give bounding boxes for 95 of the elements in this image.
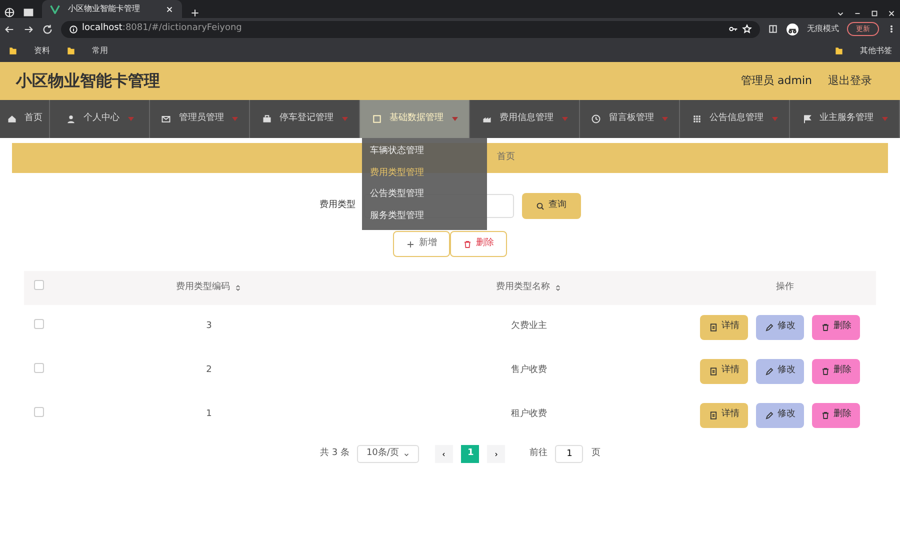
chevron-right-icon bbox=[493, 450, 500, 458]
tab-title: 小区物业智能卡管理 bbox=[68, 3, 141, 15]
bookmark-link[interactable]: 其他书签 bbox=[860, 45, 892, 57]
v-logo-icon bbox=[50, 4, 60, 14]
grid-icon bbox=[692, 114, 702, 124]
menu-item[interactable]: 服务类型管理 bbox=[362, 206, 487, 227]
user-label: 管理员 admin bbox=[741, 72, 812, 89]
bookmark-link[interactable]: 资料 bbox=[34, 45, 50, 57]
close-icon[interactable] bbox=[165, 4, 174, 14]
details-button[interactable]: 详情 bbox=[700, 402, 748, 428]
key-icon[interactable] bbox=[728, 24, 738, 34]
search-icon bbox=[536, 202, 544, 210]
edit-button[interactable]: 修改 bbox=[756, 314, 804, 340]
delete-button[interactable]: 删除 bbox=[812, 314, 860, 340]
trash-icon bbox=[820, 322, 830, 332]
sort-icon[interactable] bbox=[234, 284, 242, 292]
menu-item[interactable]: 车辆状态管理 bbox=[362, 141, 487, 162]
row-checkbox[interactable] bbox=[34, 407, 44, 418]
goto-label: 前往 bbox=[529, 447, 548, 460]
nav-tab[interactable]: 首页 bbox=[0, 100, 50, 138]
chevron-left-icon bbox=[441, 450, 448, 458]
pencil-icon bbox=[764, 410, 774, 420]
profile-label: 无痕模式 bbox=[807, 23, 839, 35]
page-input[interactable]: 1 bbox=[555, 445, 584, 463]
trash-icon bbox=[820, 410, 830, 420]
edit-button[interactable]: 修改 bbox=[756, 402, 804, 428]
sidebar-icon[interactable] bbox=[768, 24, 778, 34]
globe-icon[interactable] bbox=[4, 7, 15, 18]
info-icon bbox=[69, 24, 78, 34]
table-cell-text: 售户收费 bbox=[510, 364, 548, 378]
table-cell-text: 1 bbox=[205, 408, 213, 422]
column-header[interactable]: 费用类型编码 bbox=[176, 281, 230, 295]
row-checkbox[interactable] bbox=[34, 319, 44, 330]
user-icon bbox=[66, 114, 76, 124]
flag-icon bbox=[802, 114, 812, 124]
menu-item[interactable]: 公告类型管理 bbox=[362, 184, 487, 206]
table-cell-text: 3 bbox=[205, 320, 213, 334]
search-button[interactable]: 查询 bbox=[522, 193, 580, 219]
bookmark-link[interactable]: 常用 bbox=[92, 45, 108, 57]
incognito-icon[interactable] bbox=[786, 22, 799, 36]
browser-tab[interactable]: 小区物业智能卡管理 bbox=[42, 0, 182, 18]
nav-tab[interactable]: 个人中心 bbox=[50, 100, 150, 138]
back-arrow-icon[interactable] bbox=[4, 24, 15, 34]
folder-icon[interactable] bbox=[834, 46, 844, 56]
total-count: 共 3 条 bbox=[320, 447, 350, 460]
trash-icon bbox=[463, 240, 472, 248]
pencil-icon bbox=[764, 322, 774, 332]
nav-tab[interactable]: 管理员管理 bbox=[150, 100, 250, 138]
edit-button[interactable]: 修改 bbox=[756, 358, 804, 384]
page-suffix: 页 bbox=[591, 447, 600, 460]
details-button[interactable]: 详情 bbox=[700, 314, 748, 340]
add-button[interactable]: 新增 bbox=[393, 231, 450, 257]
pencil-icon bbox=[764, 366, 774, 376]
window-icon[interactable] bbox=[23, 7, 34, 18]
sort-icon[interactable] bbox=[554, 284, 562, 292]
table-cell-text: 租户收费 bbox=[510, 408, 548, 422]
clock-icon bbox=[591, 114, 601, 124]
logout-link[interactable]: 退出登录 bbox=[828, 72, 872, 90]
document-icon bbox=[708, 366, 718, 376]
details-button[interactable]: 详情 bbox=[700, 358, 748, 384]
trash-icon bbox=[820, 366, 830, 376]
document-icon bbox=[708, 322, 718, 332]
home-icon bbox=[6, 114, 16, 124]
table-cell-text: 欠费业主 bbox=[510, 320, 548, 334]
delete-button[interactable]: 删除 bbox=[812, 402, 860, 428]
star-icon[interactable] bbox=[742, 24, 752, 34]
column-header: 操作 bbox=[776, 281, 794, 294]
page-size-select[interactable]: 10条/页 bbox=[357, 445, 420, 463]
folder-icon[interactable] bbox=[8, 46, 18, 56]
column-header[interactable]: 费用类型名称 bbox=[496, 281, 550, 295]
folder-icon[interactable] bbox=[66, 46, 76, 56]
search-label: 费用类型 bbox=[320, 199, 356, 212]
delete-button[interactable]: 删除 bbox=[450, 231, 507, 257]
nav-tab[interactable]: 公告信息管理 bbox=[680, 100, 790, 138]
url-text: localhost:8081/#/dictionaryFeiyong bbox=[82, 22, 242, 36]
mail-icon bbox=[161, 114, 171, 124]
app-title: 小区物业智能卡管理 bbox=[16, 70, 160, 92]
restore-icon[interactable] bbox=[870, 9, 879, 18]
breadcrumb-item[interactable]: 首页 bbox=[497, 151, 515, 165]
forward-arrow-icon[interactable] bbox=[23, 24, 34, 34]
delete-button[interactable]: 删除 bbox=[812, 358, 860, 384]
document-icon bbox=[708, 410, 718, 420]
plus-icon bbox=[406, 240, 415, 248]
select-all-checkbox[interactable] bbox=[34, 280, 44, 290]
close-icon[interactable] bbox=[887, 9, 896, 18]
menu-item[interactable]: 费用类型管理 bbox=[362, 162, 487, 184]
briefcase-icon bbox=[262, 114, 272, 124]
address-bar[interactable]: localhost:8081/#/dictionaryFeiyong bbox=[61, 20, 760, 38]
nav-tab[interactable]: 业主服务管理 bbox=[790, 100, 900, 138]
table-cell-text: 2 bbox=[205, 364, 213, 378]
plus-icon[interactable] bbox=[190, 8, 200, 18]
square-icon bbox=[372, 114, 382, 124]
row-checkbox[interactable] bbox=[34, 363, 44, 374]
nav-tab[interactable]: 留言板管理 bbox=[580, 100, 680, 138]
reload-icon[interactable] bbox=[42, 24, 53, 34]
